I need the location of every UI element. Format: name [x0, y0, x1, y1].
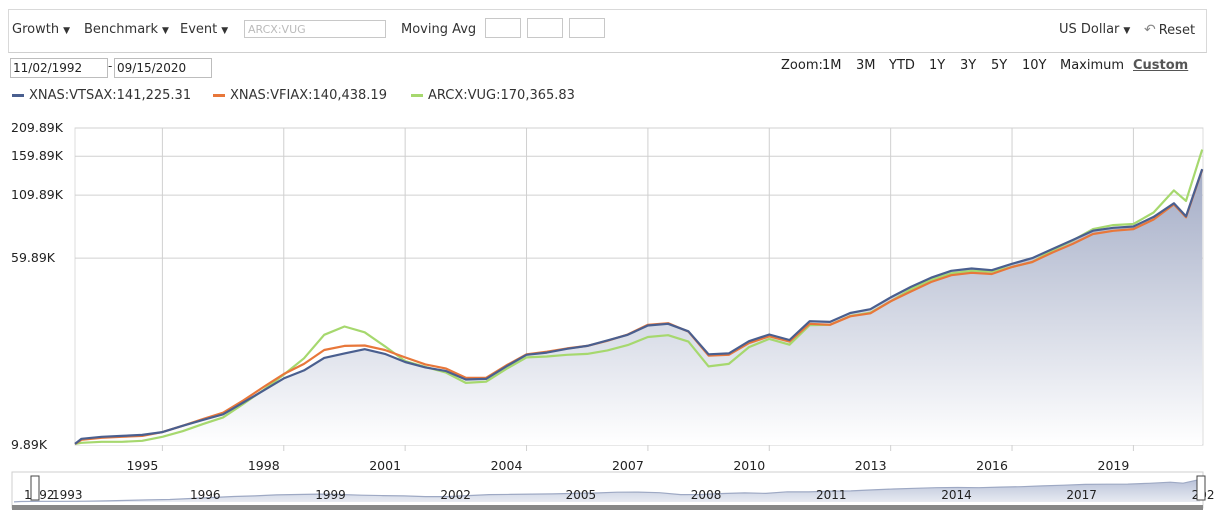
legend-label: XNAS:VFIAX:140,438.19 [230, 88, 387, 103]
navigator-tick-label: 1996 [190, 488, 221, 502]
x-tick-label: 1998 [248, 458, 280, 473]
zoom-maximum[interactable]: Maximum [1060, 58, 1124, 73]
navigator-scrollbar[interactable] [12, 505, 1203, 510]
navigator-tick-label: 2011 [816, 488, 847, 502]
navigator-tick-label: 2017 [1066, 488, 1097, 502]
benchmark-dropdown[interactable]: Benchmark ▼ [84, 22, 169, 37]
reset-icon: ↶ [1144, 22, 1156, 38]
x-tick-label: 1995 [126, 458, 158, 473]
zoom-custom[interactable]: Custom [1133, 58, 1188, 73]
legend-swatch [411, 94, 423, 97]
event-dropdown[interactable]: Event ▼ [180, 22, 228, 37]
zoom-label: Zoom: [781, 58, 823, 73]
end-date-input[interactable]: 09/15/2020 [114, 58, 212, 78]
start-date-input[interactable]: 11/02/1992 [10, 58, 108, 78]
x-tick-label: 2010 [733, 458, 765, 473]
zoom-ytd[interactable]: YTD [889, 58, 915, 73]
navigator-tick-label: 1993 [52, 488, 83, 502]
chevron-down-icon: ▼ [162, 26, 169, 36]
navigator-tick-label: 2002 [440, 488, 471, 502]
zoom-1m[interactable]: 1M [822, 58, 842, 73]
navigator-tick-label: 2008 [691, 488, 722, 502]
zoom-3y[interactable]: 3Y [960, 58, 976, 73]
growth-dropdown[interactable]: Growth ▼ [12, 22, 70, 37]
legend-label: XNAS:VTSAX:141,225.31 [29, 88, 192, 103]
zoom-10y[interactable]: 10Y [1022, 58, 1046, 73]
navigator-tick-label: 1999 [315, 488, 346, 502]
legend-label: ARCX:VUG:170,365.83 [428, 88, 575, 103]
legend-item-vfiax[interactable]: XNAS:VFIAX:140,438.19 [213, 88, 387, 103]
zoom-5y[interactable]: 5Y [991, 58, 1007, 73]
legend-item-vug[interactable]: ARCX:VUG:170,365.83 [411, 88, 575, 103]
legend-swatch [12, 94, 24, 97]
moving-avg-input-2[interactable] [527, 18, 563, 38]
navigator-right-handle[interactable] [1196, 475, 1206, 501]
y-axis-labels: 209.89K 159.89K 109.89K 59.89K 9.89K [11, 120, 64, 452]
y-tick-label: 59.89K [11, 250, 56, 265]
y-tick-label: 9.89K [11, 437, 48, 452]
x-tick-label: 2013 [855, 458, 887, 473]
growth-chart: 209.89K159.89K109.89K59.89K9.89K 1995 199… [11, 120, 1215, 510]
date-separator: - [108, 59, 113, 73]
currency-dropdown[interactable]: US Dollar ▼ [1059, 22, 1130, 37]
x-tick-label: 2016 [976, 458, 1008, 473]
y-tick-label: 209.89K [11, 120, 64, 135]
x-tick-label: 2007 [612, 458, 644, 473]
moving-avg-input-1[interactable] [485, 18, 521, 38]
x-tick-label: 2004 [491, 458, 523, 473]
chevron-down-icon: ▼ [221, 26, 229, 36]
navigator-tick-label: 2014 [941, 488, 972, 502]
toolbar: Growth ▼ Benchmark ▼ Event ▼ ARCX:VUG Movin… [8, 9, 1207, 53]
moving-avg-input-3[interactable] [569, 18, 605, 38]
zoom-1y[interactable]: 1Y [929, 58, 945, 73]
chevron-down-icon: ▼ [63, 26, 70, 36]
y-tick-label: 109.89K [11, 187, 64, 202]
chevron-down-icon: ▼ [1123, 26, 1131, 36]
legend-swatch [213, 94, 225, 97]
navigator-left-handle[interactable] [30, 475, 40, 501]
navigator-tick-label: 2005 [566, 488, 597, 502]
reset-button[interactable]: ↶ Reset [1144, 22, 1195, 38]
moving-avg-label: Moving Avg [401, 22, 477, 37]
zoom-3m[interactable]: 3M [856, 58, 876, 73]
x-tick-label: 2019 [1098, 458, 1130, 473]
legend-item-vtsax[interactable]: XNAS:VTSAX:141,225.31 [12, 88, 191, 103]
y-tick-label: 159.89K [11, 148, 64, 163]
x-axis-labels: 1995 1998 2001 2004 2007 2010 2013 2016 2019 [126, 458, 1129, 473]
x-tick-label: 2001 [369, 458, 401, 473]
ticker-input[interactable]: ARCX:VUG [244, 20, 386, 38]
